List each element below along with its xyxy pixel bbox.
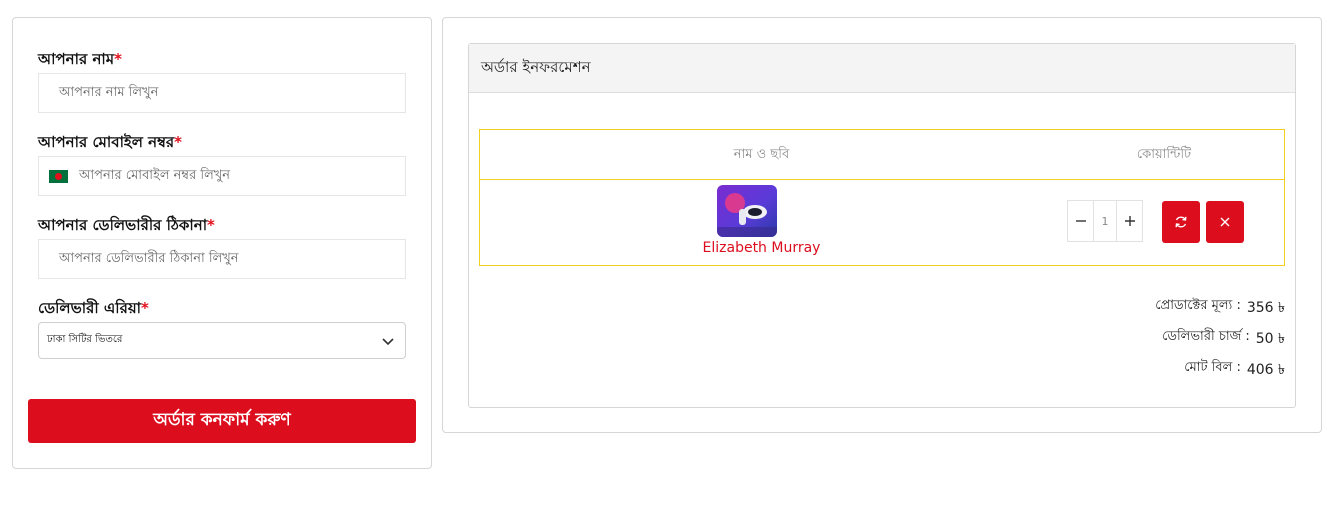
confirm-order-button[interactable]: অর্ডার কনফার্ম করুণ [28,399,416,443]
column-header-quantity: কোয়ান্টিটি [1136,146,1192,162]
name-placeholder: আপনার নাম লিখুন [59,84,159,100]
mobile-field[interactable]: আপনার মোবাইল নম্বর লিখুন [38,156,406,196]
remove-item-button[interactable] [1206,201,1244,243]
subtotal-value: 356 ৳ [1246,300,1285,316]
address-field[interactable]: আপনার ডেলিভারীর ঠিকানা লিখুন [38,239,406,279]
area-label-text: ডেলিভারী এরিয়া [38,299,142,317]
close-icon [1220,217,1230,227]
quantity-value[interactable]: 1 [1093,201,1117,241]
address-label-text: আপনার ডেলিভারীর ঠিকানা [38,216,208,234]
checkout-form: আপনার নাম* আপনার নাম লিখুন আপনার মোবাইল … [12,17,432,469]
delivery-charge-label: ডেলিভারী চার্জ : [1162,329,1250,344]
order-panel: অর্ডার ইনফরমেশন নাম ও ছবি কোয়ান্টিটি El… [442,17,1322,433]
subtotal-label: প্রোডাক্টের মূল্য : [1155,298,1241,313]
bangladesh-flag-icon [49,169,68,183]
delivery-charge-row: ডেলিভারী চার্জ : 50 ৳ [1162,327,1285,351]
name-field[interactable]: আপনার নাম লিখুন [38,73,406,113]
area-label: ডেলিভারী এরিয়া* [38,297,149,322]
product-name[interactable]: Elizabeth Murray [480,240,1043,256]
decrease-quantity-button[interactable] [1068,201,1093,241]
area-select[interactable]: ঢাকা সিটির ভিতরে [38,322,406,359]
name-label-text: আপনার নাম [38,50,115,68]
area-selected-value: ঢাকা সিটির ভিতরে [47,334,123,345]
address-placeholder: আপনার ডেলিভারীর ঠিকানা লিখুন [59,250,239,266]
column-header-name: নাম ও ছবি [733,146,790,162]
chevron-down-icon [382,337,394,345]
increase-quantity-button[interactable] [1117,201,1142,241]
total-label: মোট বিল : [1184,360,1241,375]
total-row: মোট বিল : 406 ৳ [1184,358,1285,382]
plus-icon [1124,216,1135,226]
table-row: Elizabeth Murray [480,180,1043,265]
mobile-label: আপনার মোবাইল নম্বর* [38,131,182,156]
required-mark: * [141,299,149,317]
required-mark: * [114,50,122,68]
delivery-charge-value: 50 ৳ [1255,331,1285,347]
refresh-icon [1175,216,1187,228]
order-items-table: নাম ও ছবি কোয়ান্টিটি Elizabeth Murray 1 [479,129,1285,266]
order-card: অর্ডার ইনফরমেশন নাম ও ছবি কোয়ান্টিটি El… [468,43,1296,408]
address-label: আপনার ডেলিভারীর ঠিকানা* [38,214,215,239]
subtotal-row: প্রোডাক্টের মূল্য : 356 ৳ [1155,296,1285,320]
minus-icon [1075,220,1086,222]
total-value: 406 ৳ [1246,362,1285,378]
mobile-label-text: আপনার মোবাইল নম্বর [38,133,175,151]
table-header: নাম ও ছবি কোয়ান্টিটি [480,130,1284,180]
order-header: অর্ডার ইনফরমেশন [469,44,1295,93]
name-label: আপনার নাম* [38,48,122,73]
order-title: অর্ডার ইনফরমেশন [481,57,591,76]
product-image [717,185,777,237]
required-mark: * [207,216,215,234]
update-item-button[interactable] [1162,201,1200,243]
mobile-placeholder: আপনার মোবাইল নম্বর লিখুন [79,167,231,183]
quantity-stepper: 1 [1067,200,1143,242]
required-mark: * [174,133,183,151]
